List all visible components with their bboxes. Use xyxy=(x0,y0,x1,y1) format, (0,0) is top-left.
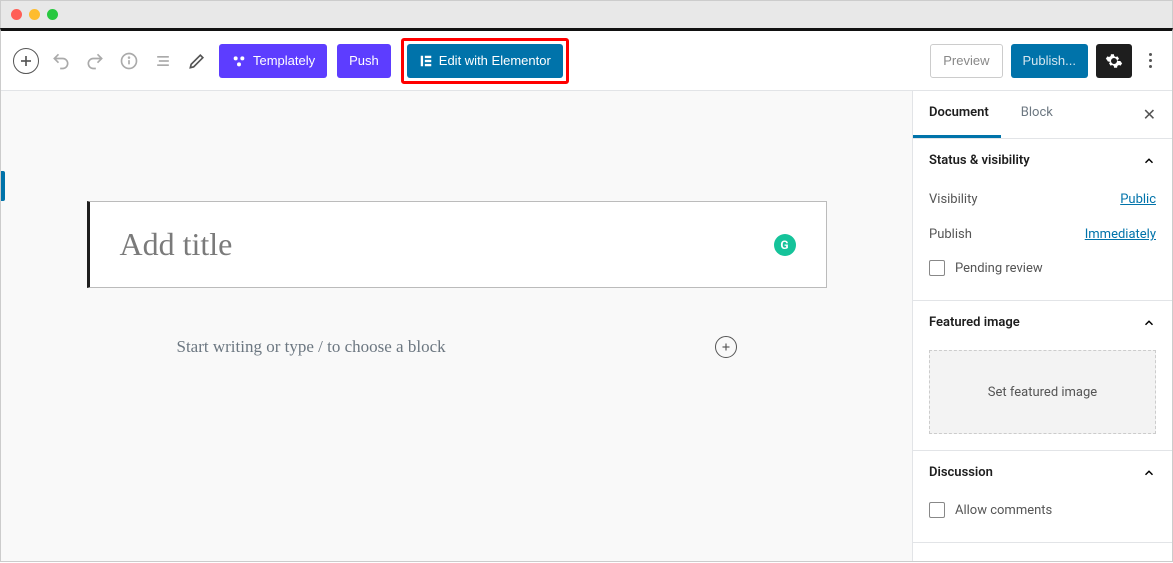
traffic-lights xyxy=(11,9,58,20)
content-hint-row: Start writing or type / to choose a bloc… xyxy=(167,336,747,358)
tab-underline xyxy=(913,135,1001,138)
publish-row: Publish Immediately xyxy=(929,217,1156,252)
elementor-icon xyxy=(419,54,433,68)
panel-featured-title: Featured image xyxy=(929,315,1020,330)
editor-main: Add title G Start writing or type / to c… xyxy=(1,91,912,561)
toolbar: Templately Push Edit with Elementor Prev… xyxy=(1,31,1172,91)
outline-icon[interactable] xyxy=(151,49,175,73)
panel-featured-header[interactable]: Featured image xyxy=(913,301,1172,344)
panel-status-header[interactable]: Status & visibility xyxy=(913,139,1172,182)
redo-icon[interactable] xyxy=(83,49,107,73)
content-area: Add title G Start writing or type / to c… xyxy=(1,91,1172,561)
allow-comments-row: Allow comments xyxy=(929,494,1156,526)
undo-icon[interactable] xyxy=(49,49,73,73)
elementor-label: Edit with Elementor xyxy=(439,53,551,68)
visibility-row: Visibility Public xyxy=(929,182,1156,217)
sidebar-tabs: Document Block ✕ xyxy=(913,91,1172,139)
panel-status-body: Visibility Public Publish Immediately Pe… xyxy=(913,182,1172,300)
featured-dropzone-label: Set featured image xyxy=(988,385,1097,400)
featured-image-dropzone[interactable]: Set featured image xyxy=(929,350,1156,434)
tab-block[interactable]: Block xyxy=(1005,91,1069,138)
preview-label: Preview xyxy=(943,53,989,68)
close-window-icon[interactable] xyxy=(11,9,22,20)
title-block[interactable]: Add title G xyxy=(87,201,827,288)
title-placeholder: Add title xyxy=(120,226,774,263)
minimize-window-icon[interactable] xyxy=(29,9,40,20)
panel-discussion: Discussion Allow comments xyxy=(913,451,1172,543)
add-block-inline-icon[interactable] xyxy=(715,336,737,358)
push-label: Push xyxy=(349,53,379,68)
publish-button[interactable]: Publish... xyxy=(1011,44,1088,78)
editor-gutter xyxy=(1,171,5,201)
panel-status-title: Status & visibility xyxy=(929,153,1030,168)
pending-review-row: Pending review xyxy=(929,252,1156,284)
panel-discussion-header[interactable]: Discussion xyxy=(913,451,1172,494)
app-frame: Templately Push Edit with Elementor Prev… xyxy=(0,28,1173,562)
visibility-value[interactable]: Public xyxy=(1120,192,1156,207)
close-sidebar-icon[interactable]: ✕ xyxy=(1127,91,1172,138)
templately-button[interactable]: Templately xyxy=(219,44,327,78)
panel-featured: Featured image Set featured image xyxy=(913,301,1172,451)
panel-status: Status & visibility Visibility Public Pu… xyxy=(913,139,1172,301)
pending-review-label: Pending review xyxy=(955,261,1043,276)
publish-value[interactable]: Immediately xyxy=(1085,227,1156,242)
content-hint-text[interactable]: Start writing or type / to choose a bloc… xyxy=(177,337,446,357)
window-chrome xyxy=(0,0,1173,28)
maximize-window-icon[interactable] xyxy=(47,9,58,20)
templately-icon xyxy=(231,53,247,69)
publish-label: Publish... xyxy=(1023,53,1076,68)
chevron-up-icon xyxy=(1142,316,1156,330)
chevron-up-icon xyxy=(1142,154,1156,168)
preview-button[interactable]: Preview xyxy=(930,44,1002,78)
templately-label: Templately xyxy=(253,53,315,68)
push-button[interactable]: Push xyxy=(337,44,391,78)
allow-comments-label: Allow comments xyxy=(955,503,1052,518)
panel-discussion-body: Allow comments xyxy=(913,494,1172,542)
tab-document[interactable]: Document xyxy=(913,91,1005,138)
settings-button[interactable] xyxy=(1096,44,1132,78)
add-block-icon[interactable] xyxy=(13,48,39,74)
chevron-up-icon xyxy=(1142,466,1156,480)
gear-icon xyxy=(1105,52,1123,70)
publish-label: Publish xyxy=(929,227,972,242)
toolbar-left: Templately Push Edit with Elementor xyxy=(13,38,569,84)
allow-comments-checkbox[interactable] xyxy=(929,502,945,518)
elementor-highlight: Edit with Elementor xyxy=(401,38,569,84)
edit-with-elementor-button[interactable]: Edit with Elementor xyxy=(407,44,563,78)
sidebar: Document Block ✕ Status & visibility Vis… xyxy=(912,91,1172,561)
editor-canvas: Add title G Start writing or type / to c… xyxy=(67,201,847,358)
toolbar-right: Preview Publish... xyxy=(930,44,1160,78)
edit-icon[interactable] xyxy=(185,49,209,73)
pending-review-checkbox[interactable] xyxy=(929,260,945,276)
panel-discussion-title: Discussion xyxy=(929,465,993,480)
info-icon[interactable] xyxy=(117,49,141,73)
grammarly-icon[interactable]: G xyxy=(774,234,796,256)
more-options-icon[interactable] xyxy=(1140,53,1160,68)
visibility-label: Visibility xyxy=(929,192,978,207)
